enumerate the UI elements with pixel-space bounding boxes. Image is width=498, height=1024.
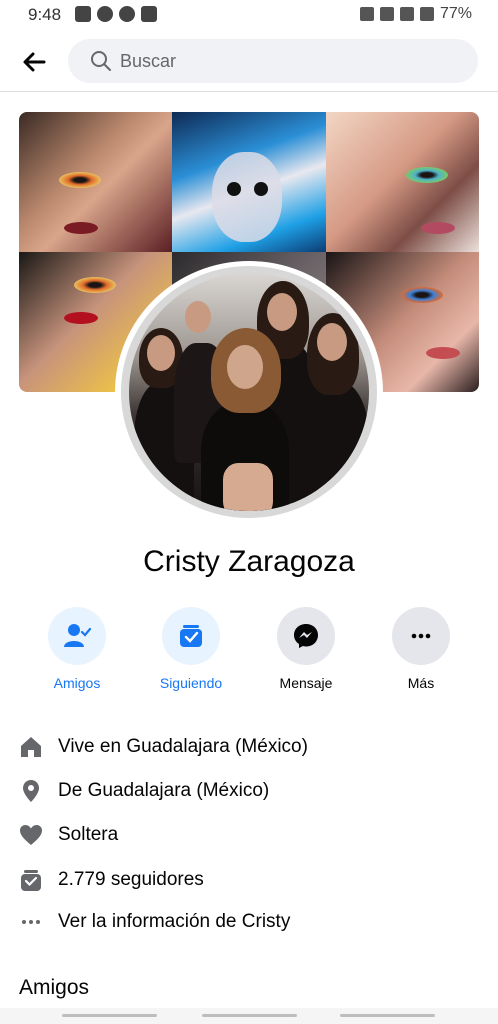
profile-actions: Amigos Siguiendo Mensaje Más — [0, 607, 498, 697]
search-header: Buscar — [0, 38, 498, 86]
alarm-icon — [359, 7, 374, 21]
system-nav-bar — [0, 1008, 498, 1024]
friends-check-icon — [64, 624, 92, 647]
more-dots-icon — [22, 920, 40, 924]
location-pin-icon — [23, 780, 39, 802]
pinterest-notification-icon — [97, 6, 113, 22]
following-inbox-icon — [180, 625, 202, 647]
lives-place-link[interactable]: Guadalajara (México) — [126, 736, 308, 757]
friends-section-title: Amigos — [19, 976, 90, 999]
relationship-status: Soltera — [58, 824, 119, 845]
profile-name: Cristy Zaragoza — [143, 545, 355, 578]
more-button[interactable]: Más — [371, 607, 471, 691]
cover-tile — [172, 112, 326, 252]
cover-tile — [325, 112, 479, 252]
info-row-relationship: Soltera — [18, 819, 118, 851]
volte-icon — [379, 7, 394, 21]
lives-prefix: Vive en — [58, 736, 127, 757]
pinterest-notification-icon-2 — [119, 6, 135, 22]
more-button-label: Más — [407, 675, 435, 691]
heart-icon — [20, 825, 42, 845]
profile-picture[interactable] — [129, 273, 369, 511]
following-button-label: Siguiendo — [159, 675, 223, 691]
battery-level: 77% — [439, 5, 472, 22]
friends-button-label: Amigos — [53, 675, 101, 691]
header-divider — [0, 91, 498, 92]
back-arrow-icon — [23, 52, 46, 72]
info-row-from: De Guadalajara (México) — [18, 775, 269, 807]
signal-icon — [419, 7, 434, 21]
search-placeholder: Buscar — [120, 51, 177, 71]
nav-home[interactable] — [202, 1014, 297, 1017]
home-icon — [21, 737, 41, 757]
gallery-notification-icon — [141, 6, 157, 22]
back-button[interactable] — [20, 48, 48, 76]
wifi-icon — [399, 7, 414, 21]
info-row-followers[interactable]: 2.779 seguidores — [18, 864, 204, 896]
nav-recents[interactable] — [62, 1014, 157, 1017]
message-button-label: Mensaje — [279, 675, 333, 691]
friends-button[interactable]: Amigos — [27, 607, 127, 691]
search-input[interactable]: Buscar — [68, 39, 478, 83]
status-bar: 9:48 77% — [0, 0, 498, 30]
search-icon — [91, 51, 111, 71]
info-row-lives-in: Vive en Guadalajara (México) — [18, 731, 308, 763]
message-notification-icon — [75, 6, 91, 22]
messenger-icon — [294, 624, 318, 648]
followers-count: 2.779 seguidores — [58, 869, 204, 890]
from-place-link[interactable]: Guadalajara (México) — [88, 780, 270, 801]
following-button[interactable]: Siguiendo — [141, 607, 241, 691]
followers-inbox-icon — [21, 870, 41, 891]
message-button[interactable]: Mensaje — [256, 607, 356, 691]
nav-back[interactable] — [340, 1014, 435, 1017]
status-time: 9:48 — [28, 5, 62, 24]
see-info-link[interactable]: Ver la información de Cristy — [18, 906, 290, 938]
from-prefix: De — [58, 780, 88, 801]
see-info-label: Ver la información de Cristy — [58, 911, 291, 932]
more-dots-icon — [411, 633, 431, 639]
cover-tile — [19, 112, 173, 252]
